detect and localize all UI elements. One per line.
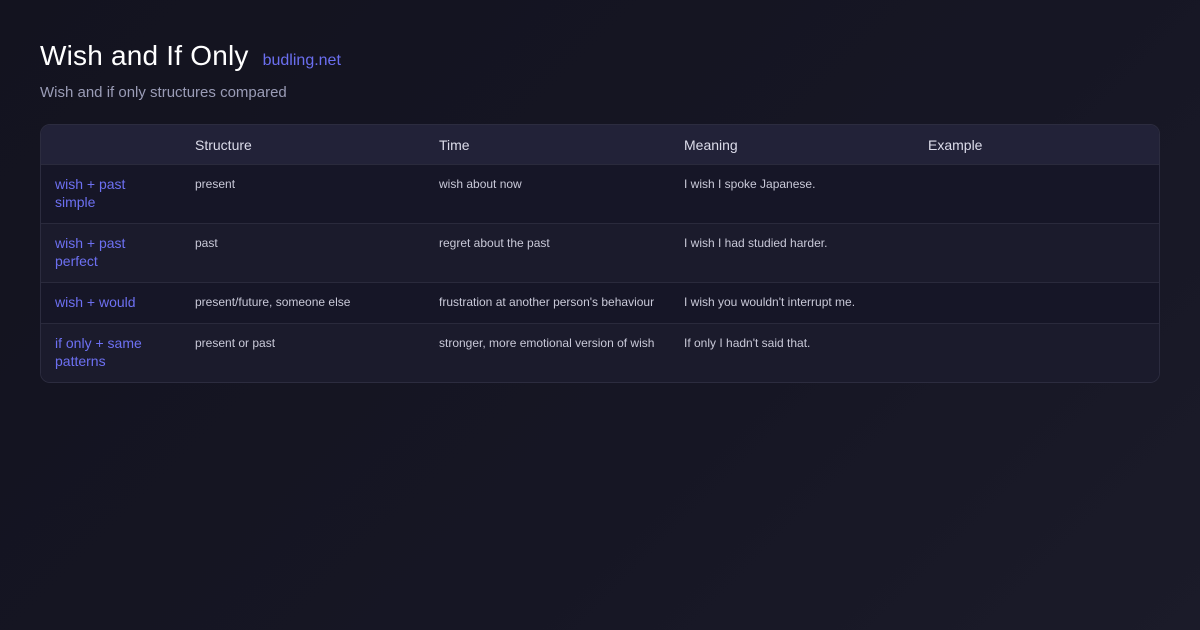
column-header-time: Time	[439, 136, 470, 153]
table-row: wish + past simple present wish about no…	[41, 164, 1159, 224]
structure-cell: present or past	[195, 336, 276, 350]
time-cell: frustration at another person's behaviou…	[439, 295, 655, 309]
example-cell	[914, 165, 1159, 224]
table-row: wish + would present/future, someone els…	[41, 282, 1159, 324]
page-title: Wish and If Only	[40, 40, 249, 71]
column-header-structure: Structure	[195, 136, 252, 153]
time-cell: wish about now	[439, 177, 522, 191]
table-header-row: Structure Time Meaning Example	[41, 125, 1159, 165]
table-row: if only + same patterns present or past …	[41, 323, 1159, 383]
meaning-cell: If only I hadn't said that.	[684, 336, 811, 350]
structure-cell: past	[195, 236, 218, 250]
page-subtitle: Wish and if only structures compared	[40, 84, 287, 101]
title-row: Wish and If Only budling.net	[40, 40, 341, 72]
row-label: wish + would	[55, 294, 136, 310]
row-label: wish + past perfect	[55, 235, 126, 269]
example-cell	[914, 324, 1159, 383]
column-header-example: Example	[928, 136, 983, 153]
brand-link[interactable]: budling.net	[263, 52, 341, 70]
table-row: wish + past perfect past regret about th…	[41, 223, 1159, 283]
meaning-cell: I wish I spoke Japanese.	[684, 177, 816, 191]
meaning-cell: I wish I had studied harder.	[684, 236, 828, 250]
page-header: Wish and If Only budling.net Wish and if…	[40, 40, 341, 101]
time-cell: regret about the past	[439, 236, 550, 250]
structure-cell: present/future, someone else	[195, 295, 351, 309]
time-cell: stronger, more emotional version of wish	[439, 336, 655, 350]
comparison-table: Structure Time Meaning Example wish + pa…	[40, 124, 1160, 383]
example-cell	[914, 224, 1159, 283]
meaning-cell: I wish you wouldn't interrupt me.	[684, 295, 856, 309]
column-header-meaning: Meaning	[684, 136, 738, 153]
column-header-blank	[41, 125, 181, 165]
row-label: if only + same patterns	[55, 335, 142, 369]
example-cell	[914, 283, 1159, 324]
row-label: wish + past simple	[55, 176, 126, 210]
structure-cell: present	[195, 177, 236, 191]
